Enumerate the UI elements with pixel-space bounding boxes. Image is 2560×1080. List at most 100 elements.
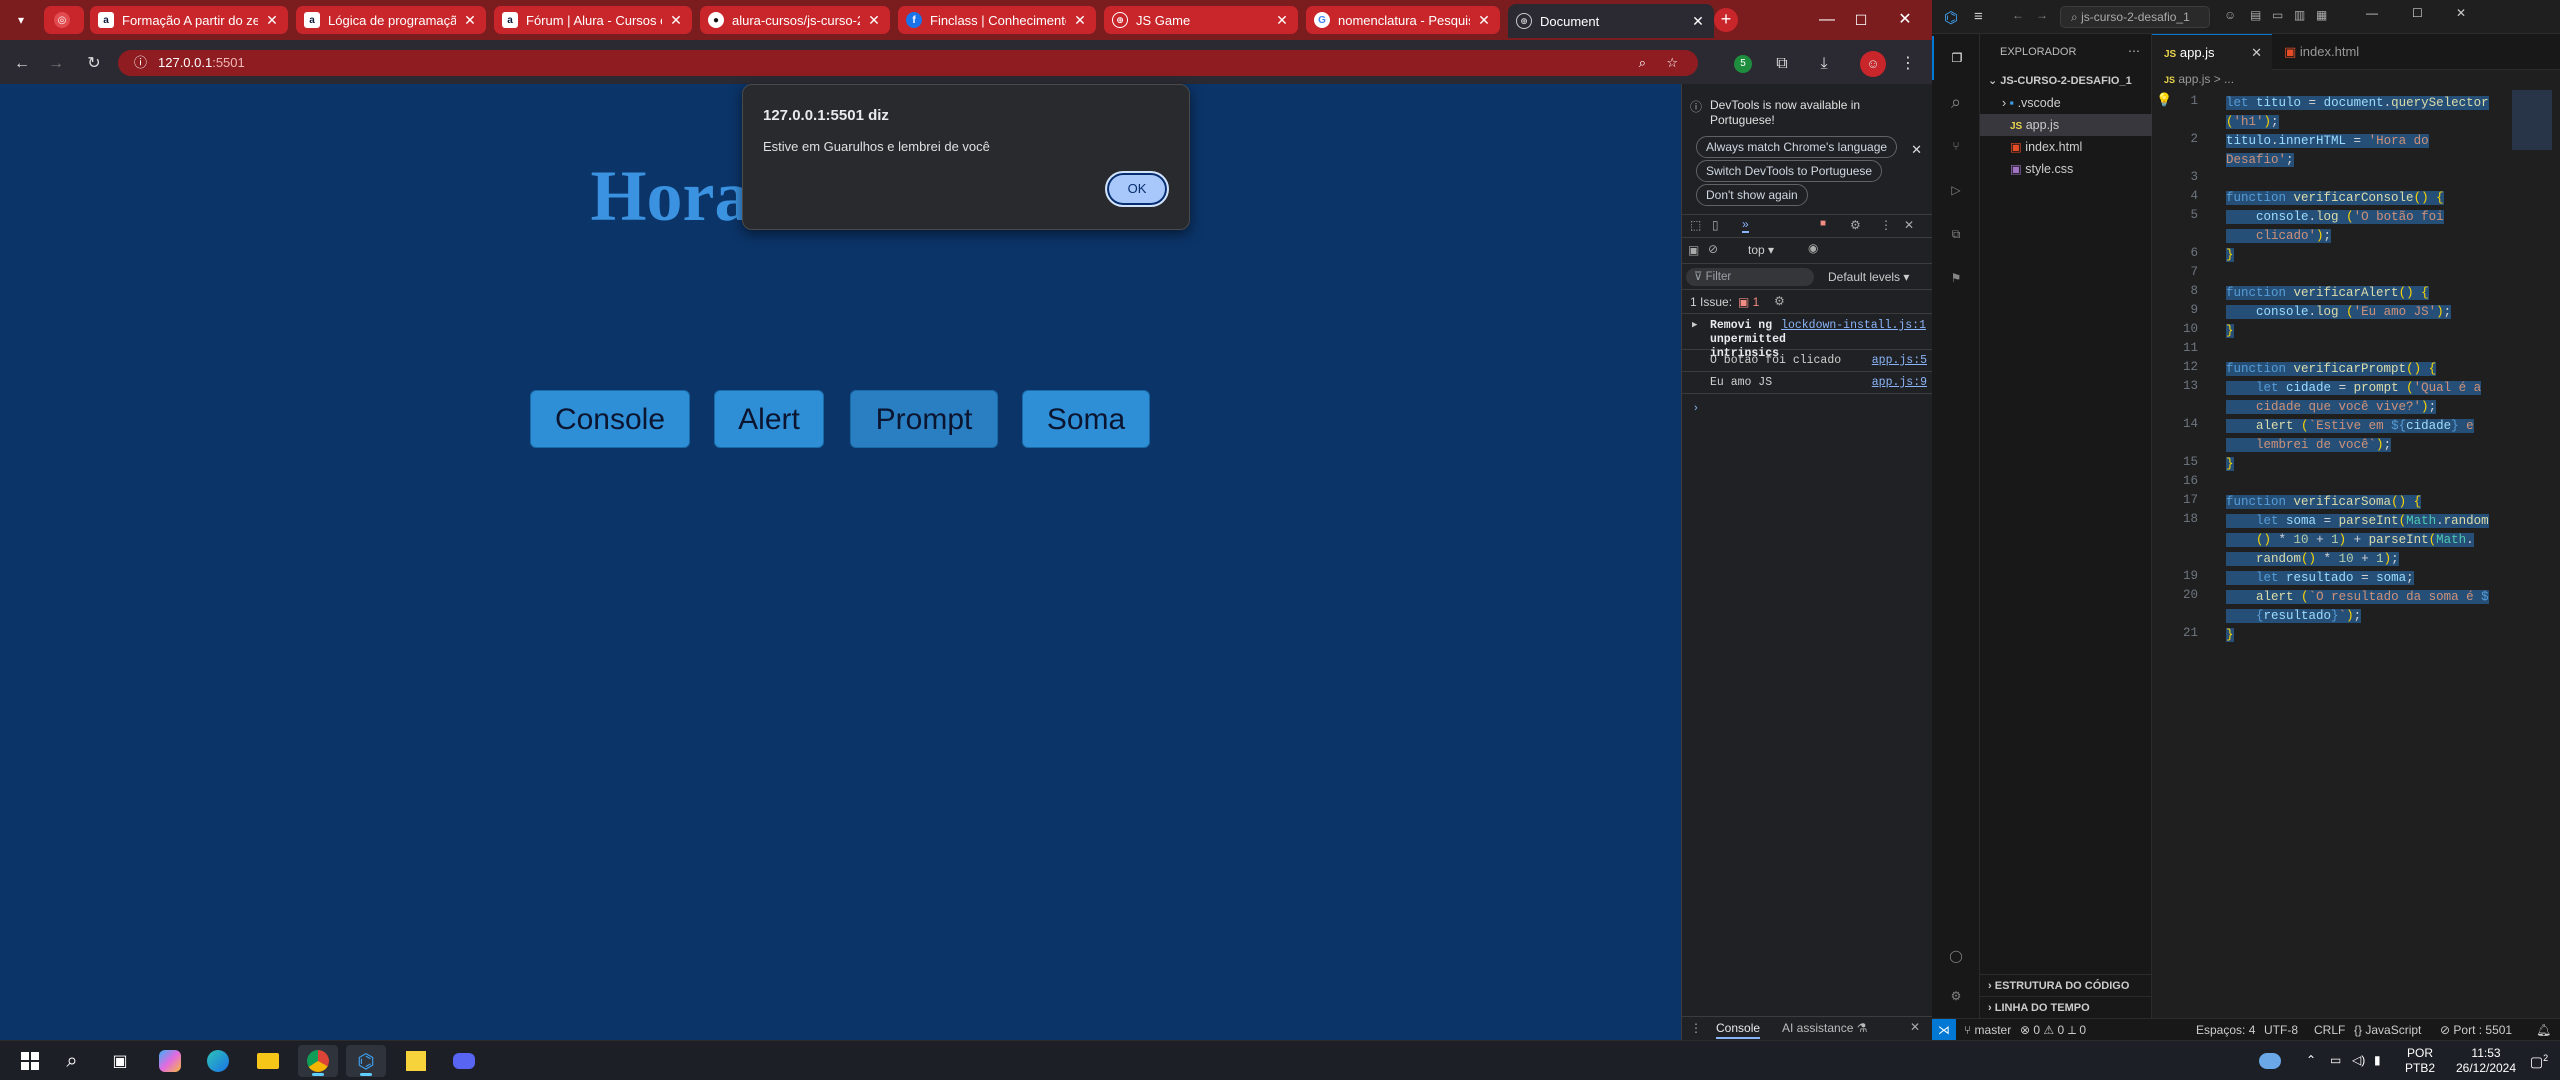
menu-hamburger-icon[interactable]: ≡ bbox=[1974, 8, 1983, 25]
problems-indicator[interactable]: ⊗ 0 ⚠ 0 bbox=[2020, 1019, 2064, 1041]
close-icon[interactable]: ✕ bbox=[1072, 12, 1088, 29]
minimap[interactable] bbox=[2512, 90, 2552, 150]
bookmark-icon[interactable]: ⚑ bbox=[1932, 256, 1980, 300]
outline-section[interactable]: › ESTRUTURA DO CÓDIGO bbox=[1980, 974, 2152, 996]
editor-tab-index-html[interactable]: ▣ index.html bbox=[2272, 34, 2402, 70]
search-icon[interactable]: ⌕ bbox=[1932, 80, 1980, 124]
console-button[interactable]: Console bbox=[530, 390, 690, 448]
error-badge-icon[interactable]: ■ bbox=[1820, 218, 1826, 229]
discord-icon[interactable] bbox=[444, 1045, 484, 1077]
show-hidden-icons-icon[interactable]: ⌃ bbox=[2306, 1053, 2316, 1068]
menu-kebab-icon[interactable]: ⋮ bbox=[1896, 52, 1920, 76]
drawer-tab-ai-assistance[interactable]: AI assistance ⚗ bbox=[1782, 1021, 1867, 1035]
context-selector[interactable]: top ▾ bbox=[1748, 243, 1774, 257]
chrome-taskbar-icon[interactable] bbox=[298, 1045, 338, 1077]
indentation-indicator[interactable]: Espaços: 4 bbox=[2196, 1019, 2255, 1041]
layout-panel-icon[interactable]: ▭ bbox=[2272, 8, 2283, 22]
vscode-taskbar-icon[interactable]: ⌬ bbox=[346, 1045, 386, 1077]
volume-icon[interactable]: ◁) bbox=[2352, 1053, 2365, 1068]
editor-tab-app-js[interactable]: JS app.js ✕ bbox=[2152, 34, 2272, 70]
issues-badge[interactable]: ▣ 1 bbox=[1738, 295, 1759, 309]
clear-console-icon[interactable]: ⊘ bbox=[1708, 242, 1718, 256]
device-toggle-icon[interactable]: ▯ bbox=[1712, 218, 1719, 232]
run-debug-icon[interactable]: ▷ bbox=[1932, 168, 1980, 212]
more-panels-icon[interactable]: » bbox=[1742, 217, 1749, 233]
inspect-icon[interactable]: ⬚ bbox=[1690, 218, 1701, 232]
tree-item-app-js[interactable]: JS app.js bbox=[1980, 114, 2152, 136]
prompt-button[interactable]: Prompt bbox=[850, 390, 998, 448]
alert-ok-button[interactable]: OK bbox=[1105, 171, 1169, 207]
start-windows-icon[interactable] bbox=[10, 1045, 50, 1077]
soma-button[interactable]: Soma bbox=[1022, 390, 1150, 448]
devtools-menu-icon[interactable]: ⋮ bbox=[1880, 218, 1892, 232]
close-devtools-icon[interactable]: ✕ bbox=[1904, 218, 1914, 232]
tab-formacao[interactable]: a Formação A partir do ze ✕ bbox=[90, 6, 288, 34]
vs-close-icon[interactable]: ✕ bbox=[2456, 6, 2466, 20]
edge-icon[interactable] bbox=[198, 1045, 238, 1077]
account-icon[interactable]: ◯ bbox=[1932, 934, 1980, 978]
copilot-icon[interactable]: ☺ bbox=[2224, 8, 2236, 22]
close-tab-icon[interactable]: ✕ bbox=[2251, 35, 2262, 71]
expand-arrow-icon[interactable]: ▶ bbox=[1692, 320, 1697, 330]
close-icon[interactable]: ✕ bbox=[668, 12, 684, 29]
drawer-menu-icon[interactable]: ⋮ bbox=[1690, 1021, 1702, 1035]
new-tab-button[interactable]: + bbox=[1714, 8, 1738, 32]
tree-item-index-html[interactable]: ▣ index.html bbox=[1980, 136, 2152, 158]
weather-icon[interactable] bbox=[2250, 1045, 2290, 1077]
source-control-icon[interactable]: ⑂ bbox=[1932, 124, 1980, 168]
alert-button[interactable]: Alert bbox=[714, 390, 824, 448]
close-icon[interactable]: ✕ bbox=[264, 12, 280, 29]
remote-indicator-icon[interactable]: ⋊ bbox=[1932, 1019, 1956, 1041]
eol-indicator[interactable]: CRLF bbox=[2314, 1019, 2345, 1041]
task-view-icon[interactable]: ▣ bbox=[100, 1045, 140, 1077]
console-message-source[interactable]: lockdown-install.js:1 bbox=[1762, 319, 1932, 333]
close-banner-icon[interactable]: ✕ bbox=[1911, 142, 1922, 158]
extension-icon[interactable]: 5 bbox=[1734, 55, 1752, 73]
minimize-icon[interactable]: — bbox=[1812, 8, 1842, 32]
tab-jsgame[interactable]: ⊕ JS Game ✕ bbox=[1104, 6, 1298, 34]
layout-sidebar-icon[interactable]: ▤ bbox=[2250, 8, 2261, 22]
downloads-icon[interactable]: ⤓ bbox=[1812, 52, 1836, 76]
sticky-notes-icon[interactable] bbox=[396, 1045, 436, 1077]
file-explorer-icon[interactable] bbox=[248, 1045, 288, 1077]
live-server-indicator[interactable]: ⊘ Port : 5501 bbox=[2440, 1019, 2512, 1041]
site-info-icon[interactable]: ⓘ bbox=[134, 50, 147, 76]
profile-avatar[interactable]: ☺ bbox=[1860, 51, 1886, 77]
tree-item-vscode[interactable]: › ▪ .vscode bbox=[1980, 92, 2152, 114]
close-icon[interactable]: ✕ bbox=[1476, 12, 1492, 29]
forward-icon[interactable]: → bbox=[44, 52, 68, 76]
dont-show-again-button[interactable]: Don't show again bbox=[1696, 184, 1808, 206]
nav-forward-icon[interactable]: → bbox=[2036, 8, 2048, 22]
console-message-source[interactable]: app.js:5 bbox=[1872, 354, 1927, 367]
notifications-bell-icon[interactable]: 🔔︎ bbox=[2536, 1019, 2551, 1041]
branch-indicator[interactable]: ⑂ master bbox=[1964, 1019, 2011, 1041]
extensions-puzzle-icon[interactable]: ⧉ bbox=[1770, 52, 1794, 76]
close-window-icon[interactable]: ✕ bbox=[1890, 8, 1920, 32]
language-indicator[interactable]: {} JavaScript bbox=[2354, 1019, 2421, 1041]
tab-logica[interactable]: a Lógica de programação ✕ bbox=[296, 6, 486, 34]
tab-github[interactable]: ● alura-cursos/js-curso-2 ✕ bbox=[700, 6, 890, 34]
bookmark-star-icon[interactable]: ☆ bbox=[1666, 50, 1678, 76]
clock[interactable]: 11:53 26/12/2024 bbox=[2450, 1046, 2522, 1076]
extensions-icon[interactable]: ⧉ bbox=[1932, 212, 1980, 256]
vs-minimize-icon[interactable]: — bbox=[2366, 6, 2378, 20]
close-icon[interactable]: ✕ bbox=[462, 12, 478, 29]
sidebar-toggle-icon[interactable]: ▣ bbox=[1688, 243, 1699, 257]
nav-back-icon[interactable]: ← bbox=[2012, 8, 2024, 22]
project-folder[interactable]: ⌄ JS-CURSO-2-DESAFIO_1 bbox=[1980, 70, 2152, 92]
tree-item-style-css[interactable]: ▣ style.css bbox=[1980, 158, 2152, 180]
tab-document[interactable]: ⊕ Document ✕ bbox=[1508, 4, 1714, 38]
switch-to-portuguese-button[interactable]: Switch DevTools to Portuguese bbox=[1696, 160, 1883, 182]
tab-search-icon[interactable]: ▾ bbox=[6, 8, 36, 32]
log-levels-dropdown[interactable]: Default levels ▾ bbox=[1828, 270, 1909, 284]
timeline-section[interactable]: › LINHA DO TEMPO bbox=[1980, 996, 2152, 1018]
close-icon[interactable]: ✕ bbox=[1690, 13, 1706, 30]
command-center-search[interactable]: ⌕ js-curso-2-desafio_1 bbox=[2060, 6, 2210, 28]
reload-icon[interactable]: ↻ bbox=[82, 52, 106, 76]
address-bar[interactable]: ⓘ 127.0.0.1:5501 ⌕ ☆ bbox=[118, 50, 1698, 76]
language-indicator[interactable]: POR PTB2 bbox=[2400, 1046, 2440, 1076]
settings-icon[interactable]: ⚙ bbox=[1850, 218, 1861, 232]
close-icon[interactable]: ✕ bbox=[1274, 12, 1290, 29]
customize-layout-icon[interactable]: ▦ bbox=[2316, 8, 2327, 22]
vs-maximize-icon[interactable]: ☐ bbox=[2412, 6, 2423, 20]
